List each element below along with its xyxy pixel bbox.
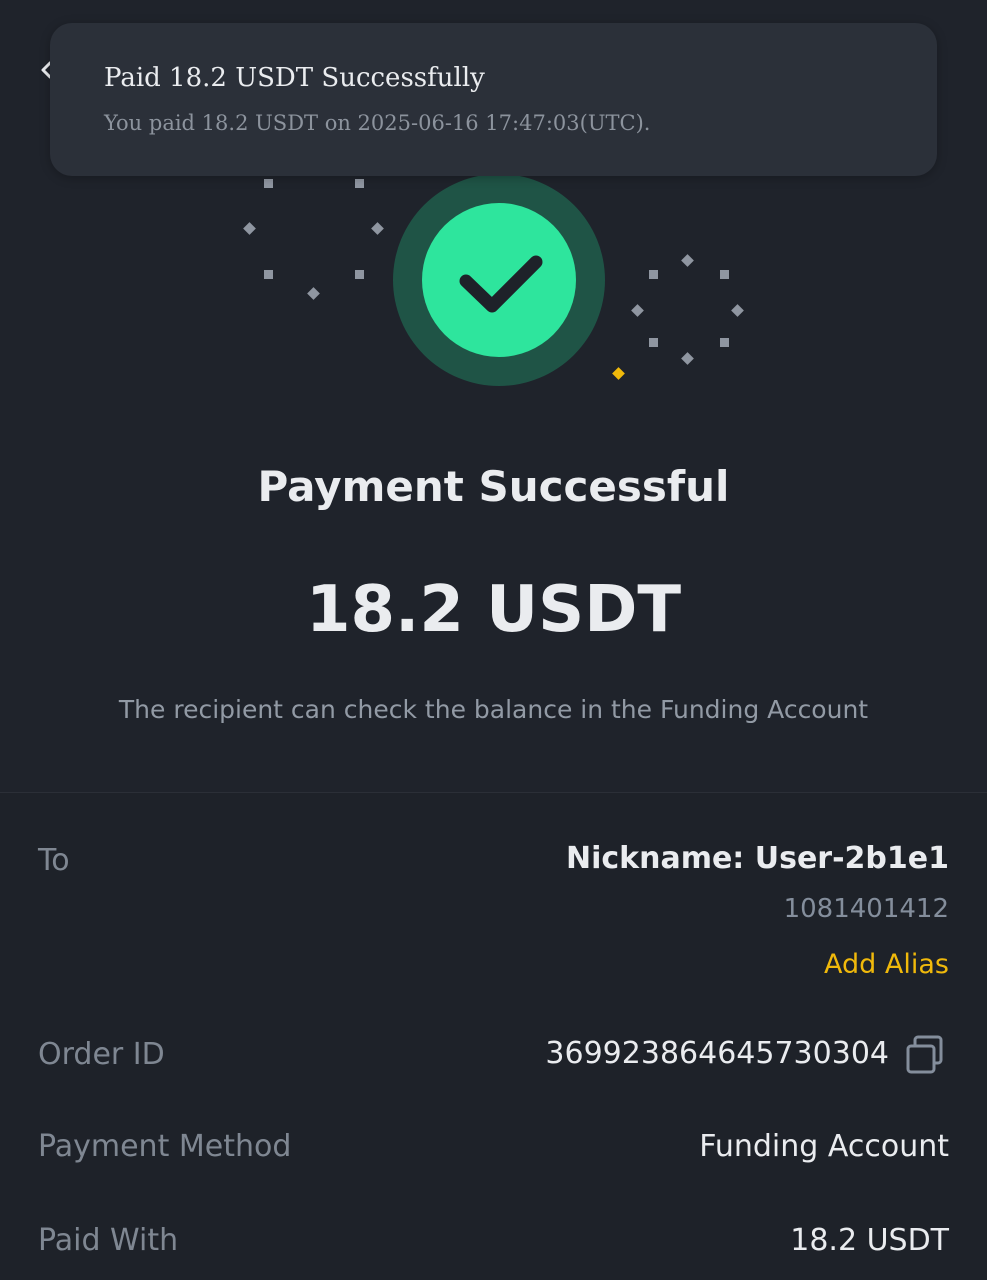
status-title: Payment Successful (257, 462, 730, 511)
recipient-id: 1081401412 (783, 894, 949, 924)
payment-method-value: Funding Account (699, 1129, 949, 1164)
order-id-label: Order ID (38, 1037, 165, 1072)
order-id-value: 369923864645730304 (545, 1036, 889, 1071)
recipient-nickname: Nickname: User-2b1e1 (565, 841, 949, 876)
recipient-note: The recipient can check the balance in t… (118, 695, 869, 724)
success-illustration (243, 174, 744, 386)
payment-toast[interactable]: Paid 18.2 USDT Successfully You paid 18.… (50, 23, 937, 176)
check-circle-icon (393, 174, 605, 386)
copy-icon[interactable] (904, 1034, 946, 1076)
payment-method-label: Payment Method (38, 1129, 292, 1164)
add-alias-link[interactable]: Add Alias (824, 949, 949, 980)
payment-amount: 18.2 USDT (305, 573, 682, 647)
toast-message: You paid 18.2 USDT on 2025-06-16 17:47:0… (104, 111, 651, 135)
confetti-left (243, 179, 384, 300)
paid-with-label: Paid With (38, 1223, 179, 1258)
toast-title: Paid 18.2 USDT Successfully (104, 63, 485, 93)
confetti-yellow (612, 367, 625, 380)
paid-with-value: 18.2 USDT (790, 1223, 949, 1258)
confetti-right (631, 254, 744, 365)
to-label: To (38, 843, 70, 878)
